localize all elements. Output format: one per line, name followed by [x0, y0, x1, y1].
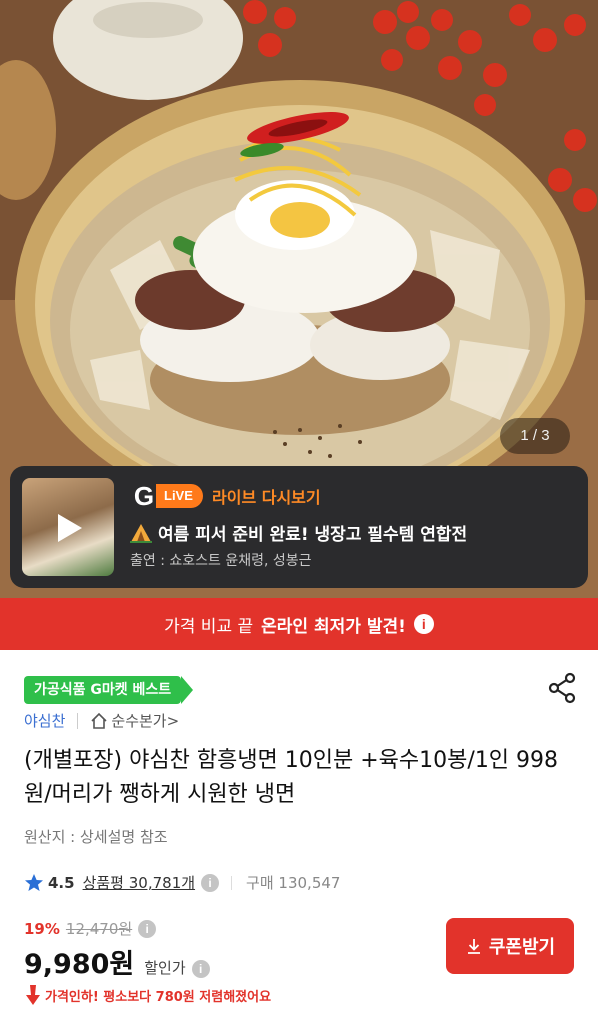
coupon-button[interactable]: 쿠폰받기	[446, 918, 574, 974]
original-price: 12,470원	[65, 920, 133, 938]
store-home-icon	[91, 712, 107, 729]
store-link[interactable]: 순수본가	[111, 710, 166, 731]
review-info-icon[interactable]: i	[201, 873, 220, 892]
sale-price-row: 9,980원 할인가 i	[24, 942, 210, 981]
lowest-price-banner[interactable]: 가격 비교 끝 온라인 최저가 발견! i	[0, 598, 598, 650]
live-cast: 출연 : 쇼호스트 윤채령, 성봉근	[130, 553, 312, 569]
live-thumbnail[interactable]	[22, 478, 114, 576]
live-title[interactable]: 여름 피서 준비 완료! 냉장고 필수템 연합전	[158, 520, 467, 545]
product-title: (개별포장) 야심찬 함흥냉면 10인분 +육수10봉/1인 998원/머리가 …	[24, 748, 559, 807]
banner-prefix: 가격 비교 끝	[164, 616, 254, 637]
g-logo-mark: G	[133, 481, 155, 511]
divider	[231, 875, 233, 890]
tent-icon	[130, 523, 152, 543]
brand-row: 야심찬 순수본가 >	[24, 710, 179, 731]
brand-link[interactable]: 야심찬	[24, 710, 65, 731]
live-replay-label: 라이브 다시보기	[212, 488, 321, 507]
banner-emphasis: 온라인 최저가 발견!	[261, 616, 406, 637]
review-count-link[interactable]: 상품평 30,781개	[83, 872, 195, 893]
coupon-button-label: 쿠폰받기	[488, 937, 556, 958]
discount-info-icon[interactable]: i	[191, 960, 210, 978]
share-icon[interactable]	[546, 672, 578, 704]
best-badge[interactable]: 가공식품 G마켓 베스트	[24, 676, 194, 704]
price-down-arrow-icon	[26, 985, 40, 1005]
download-icon	[467, 939, 480, 954]
purchase-count: 구매 130,547	[246, 874, 341, 892]
live-badge: LiVE	[156, 484, 203, 508]
price-info-icon[interactable]: i	[138, 919, 157, 938]
price-drop-note: 가격인하! 평소보다 780원 저렴해졌어요	[24, 984, 271, 1006]
price-drop-text: 가격인하! 평소보다 780원 저렴해졌어요	[45, 989, 272, 1005]
rating-score: 4.5	[48, 873, 75, 892]
sale-price: 9,980원	[24, 949, 135, 980]
info-icon[interactable]: i	[413, 614, 434, 634]
discount-rate: 19%	[24, 919, 60, 938]
chevron-right-icon: >	[166, 711, 180, 730]
star-icon	[25, 873, 43, 891]
divider	[77, 712, 79, 729]
discount-label: 할인가	[144, 959, 186, 977]
live-replay-card[interactable]: G LiVE 라이브 다시보기 여름 피서 준비 완료! 냉장고 필수템 연합전…	[10, 466, 588, 588]
play-icon[interactable]	[50, 510, 86, 546]
g-live-logo: G LiVE	[130, 482, 203, 510]
image-page-counter: 1 / 3	[500, 418, 570, 454]
origin-info: 원산지 : 상세설명 참조	[24, 828, 168, 846]
discount-row: 19% 12,470원 i	[24, 918, 157, 939]
rating-row: 4.5 상품평 30,781개 i 구매 130,547	[24, 872, 340, 893]
